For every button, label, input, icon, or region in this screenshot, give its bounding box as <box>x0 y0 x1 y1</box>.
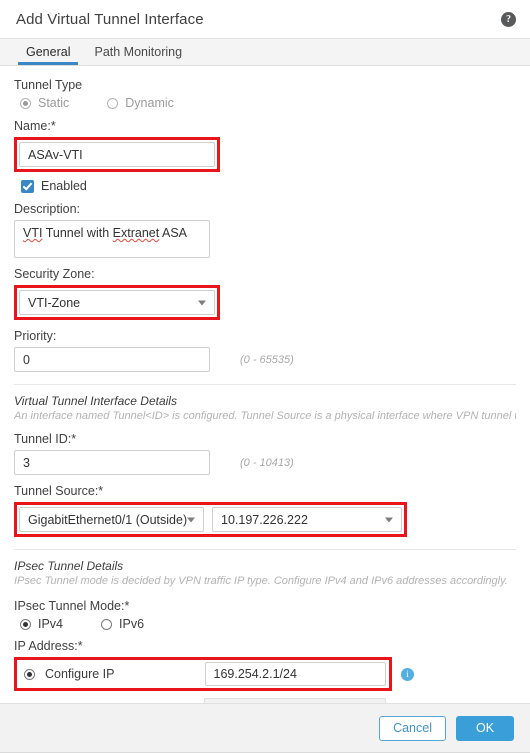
tunnel-source-interface-value: GigabitEthernet0/1 (Outside) <box>28 512 188 527</box>
name-label: Name:* <box>14 119 56 133</box>
security-zone-group: Security Zone: VTI-Zone <box>14 267 516 320</box>
vti-details-description: An interface named Tunnel<ID> is configu… <box>14 410 516 422</box>
security-zone-highlight-box: VTI-Zone <box>14 285 220 320</box>
borrow-ip-row: Borrow IP (IP unnumbered) Loopback1 (loo… <box>14 698 516 703</box>
tunnel-type-label: Tunnel Type <box>14 78 83 92</box>
name-highlight-box: ASAv-VTI <box>14 137 220 172</box>
info-circle-icon[interactable]: i <box>401 667 414 681</box>
dialog-footer: Cancel OK <box>0 703 530 753</box>
vti-details-title: Virtual Tunnel Interface Details <box>14 394 177 408</box>
tunnel-source-ip-select[interactable]: 10.197.226.222 <box>212 507 402 532</box>
ipsec-tunnel-mode-group: IPsec Tunnel Mode:* IPv4 IPv6 <box>14 599 516 631</box>
description-word-vti: VTI <box>23 226 43 240</box>
ip-address-group: IP Address:* Configure IP 169.254.2.1/24… <box>14 639 516 703</box>
radio-ipv6-label: IPv6 <box>119 617 145 631</box>
tunnel-id-group: Tunnel ID:* 3 (0 - 10413) <box>14 432 516 475</box>
radio-tunnel-type-dynamic[interactable]: Dynamic <box>107 96 174 110</box>
priority-row: 0 (0 - 65535) <box>14 347 516 372</box>
divider-ipsec <box>14 549 516 550</box>
ok-button[interactable]: OK <box>456 715 514 741</box>
name-group: Name:* ASAv-VTI <box>14 119 516 172</box>
add-vti-dialog: Add Virtual Tunnel Interface ? General P… <box>0 0 530 753</box>
security-zone-label: Security Zone: <box>14 267 95 281</box>
radio-ipv4-label: IPv4 <box>38 617 64 631</box>
configure-ip-inner: Configure IP 169.254.2.1/24 <box>20 662 386 686</box>
ip-address-label: IP Address:* <box>14 639 83 653</box>
tunnel-source-label: Tunnel Source:* <box>14 484 104 498</box>
radio-dynamic-label: Dynamic <box>125 96 174 110</box>
tunnel-source-group: Tunnel Source:* GigabitEthernet0/1 (Outs… <box>14 484 516 537</box>
description-word-extranet: Extranet <box>112 226 160 240</box>
ipsec-details-description: IPsec Tunnel mode is decided by VPN traf… <box>14 575 508 587</box>
tunnel-id-input[interactable]: 3 <box>14 450 210 475</box>
radio-configure-ip[interactable] <box>24 668 35 680</box>
radio-ipv6-indicator <box>101 618 113 630</box>
radio-tunnel-type-static[interactable]: Static <box>20 96 69 110</box>
configure-ip-row: Configure IP 169.254.2.1/24 i <box>14 657 516 691</box>
plus-icon[interactable]: + <box>396 701 407 704</box>
tunnel-type-radios: Static Dynamic <box>20 96 516 110</box>
description-group: Description: VTI Tunnel with Extranet AS… <box>14 202 516 258</box>
enabled-checkbox[interactable] <box>21 179 34 193</box>
tunnel-source-ip-value: 10.197.226.222 <box>221 512 308 527</box>
tunnel-source-interface-select[interactable]: GigabitEthernet0/1 (Outside) <box>19 507 204 532</box>
tab-path-monitoring[interactable]: Path Monitoring <box>82 39 194 65</box>
configure-ip-label: Configure IP <box>45 667 115 681</box>
chevron-down-icon <box>187 517 195 522</box>
enabled-checkbox-row[interactable]: Enabled <box>14 179 516 193</box>
security-zone-value: VTI-Zone <box>28 295 81 310</box>
priority-label: Priority: <box>14 329 57 343</box>
tunnel-source-row: GigabitEthernet0/1 (Outside) 10.197.226.… <box>19 507 402 532</box>
radio-static-label: Static <box>38 96 70 110</box>
tunnel-id-hint: (0 - 10413) <box>240 456 294 469</box>
description-label: Description: <box>14 202 80 216</box>
dialog-body: Tunnel Type Static Dynamic Name:* ASAv-V… <box>0 66 530 703</box>
tunnel-source-highlight-box: GigabitEthernet0/1 (Outside) 10.197.226.… <box>14 502 407 537</box>
radio-ipv4[interactable]: IPv4 <box>20 617 63 631</box>
dialog-header: Add Virtual Tunnel Interface ? <box>0 0 530 38</box>
ipsec-details-title: IPsec Tunnel Details <box>14 559 124 573</box>
priority-group: Priority: 0 (0 - 65535) <box>14 329 516 372</box>
tab-general[interactable]: General <box>14 39 82 65</box>
ipsec-tunnel-mode-label: IPsec Tunnel Mode:* <box>14 599 130 613</box>
enabled-label: Enabled <box>41 179 87 193</box>
priority-input[interactable]: 0 <box>14 347 210 372</box>
divider-vti <box>14 384 516 385</box>
tab-bar: General Path Monitoring <box>0 38 530 66</box>
configure-ip-input[interactable]: 169.254.2.1/24 <box>204 662 386 686</box>
radio-dynamic-indicator <box>107 97 119 109</box>
tunnel-id-label: Tunnel ID:* <box>14 432 77 446</box>
name-input[interactable]: ASAv-VTI <box>19 142 215 167</box>
dialog-title: Add Virtual Tunnel Interface <box>16 10 204 28</box>
configure-ip-highlight-box: Configure IP 169.254.2.1/24 <box>14 657 392 691</box>
priority-hint: (0 - 65535) <box>240 353 294 366</box>
chevron-down-icon <box>198 300 206 305</box>
radio-ipv4-indicator <box>20 618 31 630</box>
help-circle-icon[interactable]: ? <box>501 11 516 27</box>
radio-static-indicator <box>20 97 31 109</box>
security-zone-select[interactable]: VTI-Zone <box>19 290 215 315</box>
tunnel-id-row: 3 (0 - 10413) <box>14 450 516 475</box>
description-input[interactable]: VTI Tunnel with Extranet ASA <box>14 220 210 258</box>
tunnel-type-group: Tunnel Type Static Dynamic <box>14 78 516 110</box>
ipsec-tunnel-mode-radios: IPv4 IPv6 <box>20 617 516 631</box>
radio-ipv6[interactable]: IPv6 <box>101 617 144 631</box>
borrow-ip-select: Loopback1 (loopback) <box>204 698 386 703</box>
chevron-down-icon <box>385 517 393 522</box>
cancel-button[interactable]: Cancel <box>379 715 446 741</box>
